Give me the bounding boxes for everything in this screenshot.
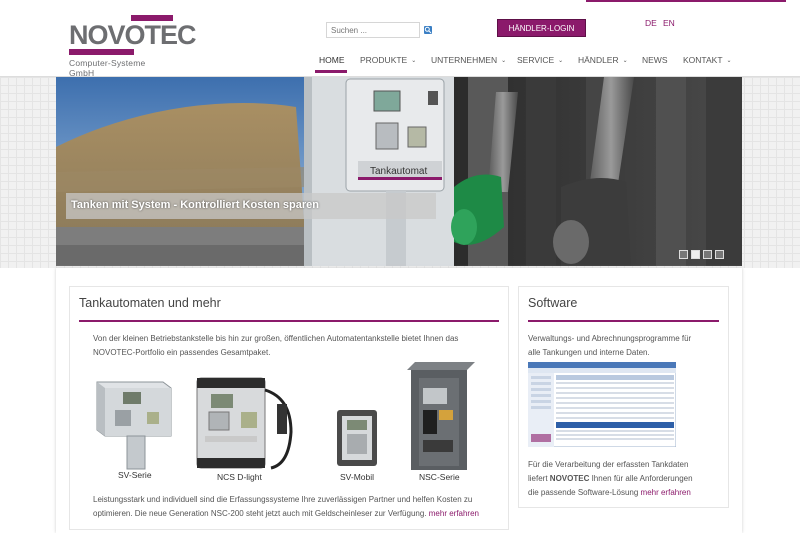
product-label-nsc-serie[interactable]: NSC-Serie: [419, 472, 460, 482]
outro-text: optimieren. Die neue Generation NSC-200 …: [93, 509, 427, 518]
products-illustration: [96, 362, 475, 470]
nav-news[interactable]: NEWS: [642, 55, 668, 65]
software-outro-suffix: Ihnen für alle Anforderungen: [589, 474, 693, 483]
sv-serie-image: [96, 381, 172, 470]
nav-unternehmen[interactable]: UNTERNEHMEN ⌄: [431, 55, 506, 65]
dealer-login-button[interactable]: HÄNDLER-LOGIN: [497, 19, 586, 37]
sv-mobil-image: [337, 410, 377, 466]
nav-haendler[interactable]: HÄNDLER ⌄: [578, 55, 628, 65]
tankautomaten-intro-line-2: NOVOTEC-Portfolio ein passendes Gesamtpa…: [93, 348, 271, 357]
nav-produkte-label: PRODUKTE: [360, 55, 408, 65]
slider-dot-2[interactable]: [691, 250, 700, 259]
tankautomaten-title: Tankautomaten und mehr: [79, 296, 221, 310]
nav-home[interactable]: HOME: [319, 55, 345, 65]
chevron-down-icon: ⌄: [558, 58, 564, 64]
software-intro-line-1: Verwaltungs- und Abrechnungsprogramme fü…: [528, 334, 692, 343]
lang-en-link[interactable]: EN: [663, 18, 675, 28]
software-outro-line-2: liefert NOVOTEC Ihnen für alle Anforderu…: [528, 472, 693, 486]
tankautomaten-divider: [79, 320, 499, 322]
hero-caption: Tanken mit System - Kontrolliert Kosten …: [66, 193, 436, 219]
software-more-link[interactable]: mehr erfahren: [641, 488, 691, 497]
nav-service-label: SERVICE: [517, 55, 555, 65]
chevron-down-icon: ⌄: [726, 58, 732, 64]
logo-wordmark: NOVOTEC: [69, 20, 197, 50]
nav-news-label: NEWS: [642, 55, 668, 65]
software-outro-text: die passende Software-Lösung: [528, 488, 641, 497]
chevron-down-icon: ⌄: [501, 58, 507, 64]
search-input[interactable]: [326, 22, 420, 38]
product-label-sv-mobil[interactable]: SV-Mobil: [340, 472, 374, 482]
novotec-logo[interactable]: NOVOTEC Computer-Systeme GmbH: [69, 15, 197, 78]
software-screenshot-image[interactable]: [528, 362, 676, 447]
chevron-down-icon: ⌄: [411, 58, 417, 64]
nav-haendler-label: HÄNDLER: [578, 55, 619, 65]
tankautomaten-more-link[interactable]: mehr erfahren: [429, 509, 479, 518]
slider-dot-3[interactable]: [703, 250, 712, 259]
nav-produkte[interactable]: PRODUKTE ⌄: [360, 55, 416, 65]
software-outro-prefix: liefert: [528, 474, 550, 483]
product-label-sv-serie[interactable]: SV-Serie: [118, 470, 152, 480]
hero-caption-text: Tanken mit System - Kontrolliert Kosten …: [71, 199, 319, 211]
chevron-down-icon: ⌄: [622, 58, 628, 64]
lang-de-link[interactable]: DE: [645, 18, 657, 28]
hero-slider[interactable]: Tankautomat: [56, 77, 742, 266]
software-intro-line-2: alle Tankungen und interne Daten.: [528, 348, 650, 357]
ncs-d-light-image: [196, 377, 293, 470]
software-outro-brand: NOVOTEC: [549, 474, 590, 483]
top-accent-line: [586, 0, 786, 2]
tankautomaten-intro-line-1: Von der kleinen Betriebstankstelle bis h…: [93, 334, 459, 343]
nsc-serie-image: [407, 362, 475, 470]
software-title: Software: [528, 296, 578, 310]
nav-unternehmen-label: UNTERNEHMEN: [431, 55, 498, 65]
tankautomaten-outro-line-2: optimieren. Die neue Generation NSC-200 …: [93, 507, 479, 521]
nav-kontakt-label: KONTAKT: [683, 55, 723, 65]
nav-kontakt[interactable]: KONTAKT ⌄: [683, 55, 732, 65]
slider-dot-4[interactable]: [715, 250, 724, 259]
terminal-label: Tankautomat: [370, 166, 427, 177]
nav-service[interactable]: SERVICE ⌄: [517, 55, 563, 65]
software-divider: [528, 320, 719, 322]
hero-image: Tankautomat: [56, 77, 742, 266]
nav-home-label: HOME: [319, 55, 345, 65]
product-label-ncs-d-light[interactable]: NCS D-light: [217, 472, 262, 482]
software-outro-line-3: die passende Software-Lösung mehr erfahr…: [528, 486, 691, 500]
search-icon[interactable]: [424, 26, 432, 34]
logo-subtitle: Computer-Systeme GmbH: [69, 58, 146, 78]
software-outro-line-1: Für die Verarbeitung der erfassten Tankd…: [528, 460, 689, 469]
nav-active-indicator: [315, 70, 347, 73]
tankautomaten-outro-line-1: Leistungsstark und individuell sind die …: [93, 495, 473, 504]
slider-dot-1[interactable]: [679, 250, 688, 259]
